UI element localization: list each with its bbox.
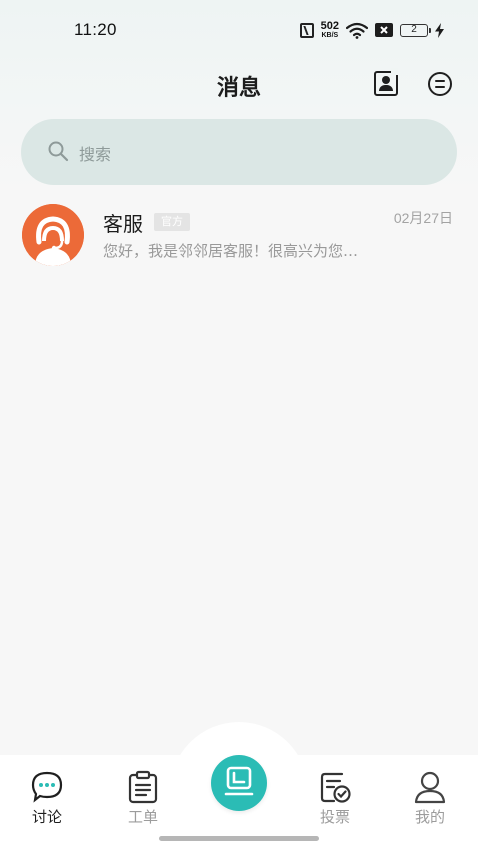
header: 消息 [0,60,478,110]
home-indicator [159,836,319,841]
tab-label-workorder: 工单 [127,808,158,826]
page-title: 消息 [216,76,261,101]
status-icons: 502 KB/S 2 [299,20,444,40]
chat-bubble-icon [30,770,64,804]
publish-button[interactable] [211,755,267,811]
search-input[interactable]: 搜索 [21,119,457,185]
status-time: 11:20 [74,20,117,39]
menu-icon[interactable] [428,72,452,96]
charging-icon [435,22,444,38]
tab-vote[interactable]: 投票 [302,770,368,830]
nfc-icon [299,22,314,38]
list-item[interactable]: 客服 官方 02月27日 您好，我是邻邻居客服！很高兴为您服务 [0,196,478,276]
network-speed: 502 KB/S [320,20,339,40]
tab-mine[interactable]: 我的 [397,770,463,830]
search-icon [47,140,69,162]
battery-level: 2 [411,24,417,35]
customer-service-avatar [22,204,84,266]
publish-icon [224,766,254,796]
tab-label-vote: 投票 [319,808,350,826]
official-badge: 官方 [154,213,190,231]
vote-icon [318,770,352,804]
contacts-icon[interactable] [374,68,398,96]
user-icon [413,770,447,804]
search-placeholder: 搜索 [79,145,112,164]
sim-disabled-icon [375,23,393,37]
tab-discuss[interactable]: 讨论 [14,770,80,830]
battery-icon: 2 [400,23,431,37]
tab-label-mine: 我的 [414,808,445,826]
status-bar: 11:20 502 KB/S 2 [0,0,478,60]
tab-label-discuss: 讨论 [31,808,62,826]
tab-workorder[interactable]: 工单 [110,770,176,830]
conversation-date: 02月27日 [393,210,453,226]
conversation-preview: 您好，我是邻邻居客服！很高兴为您服务 [103,242,363,260]
wifi-icon [346,22,368,39]
conversation-name: 客服 [103,212,143,236]
clipboard-icon [126,770,160,804]
network-speed-unit: KB/S [321,32,339,39]
network-speed-value: 502 [320,20,339,32]
